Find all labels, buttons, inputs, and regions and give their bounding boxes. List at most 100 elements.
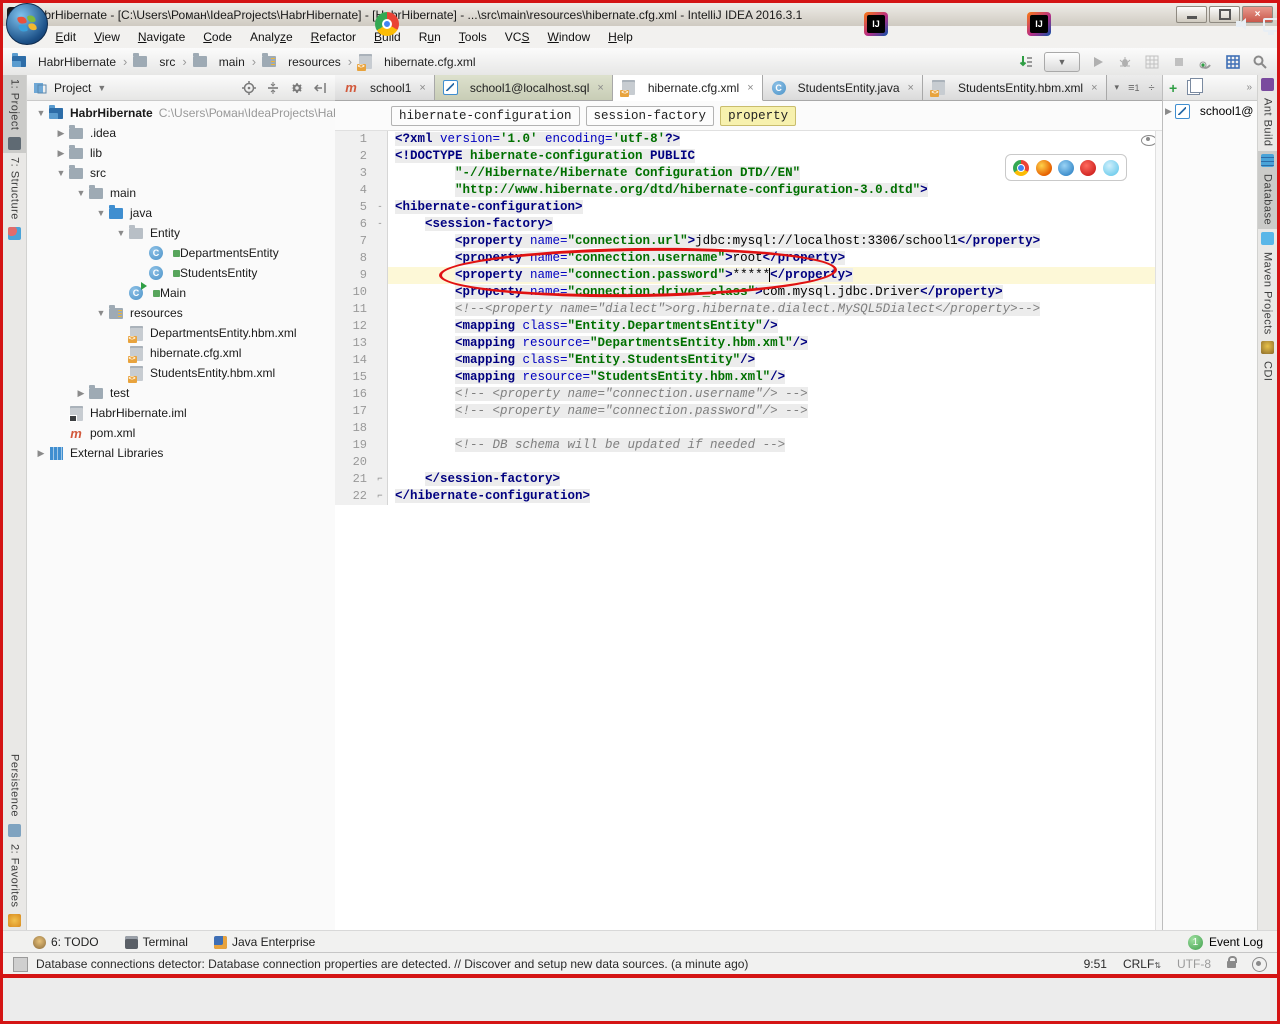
database-view-icon[interactable] bbox=[1224, 53, 1242, 71]
breadcrumb-item-src[interactable]: src bbox=[132, 53, 175, 70]
safari-browser-icon[interactable] bbox=[1057, 159, 1074, 176]
tree-item-studentsentity.hbm.xml[interactable]: StudentsEntity.hbm.xml bbox=[26, 363, 335, 383]
menu-navigate[interactable]: Navigate bbox=[129, 28, 194, 46]
tab-close-icon[interactable]: × bbox=[597, 82, 603, 94]
line-number[interactable]: 2 bbox=[335, 148, 373, 165]
line-number[interactable]: 1 bbox=[335, 131, 373, 148]
fold-marker[interactable] bbox=[373, 267, 388, 284]
project-panel-title[interactable]: Project bbox=[54, 81, 91, 95]
line-number[interactable]: 12 bbox=[335, 318, 373, 335]
fold-marker[interactable] bbox=[373, 420, 388, 437]
tab-close-icon[interactable]: × bbox=[419, 82, 425, 94]
bottom-bar-terminal[interactable]: Terminal bbox=[124, 935, 188, 949]
locate-file-icon[interactable] bbox=[241, 80, 257, 96]
line-number[interactable]: 16 bbox=[335, 386, 373, 403]
code-line-22[interactable]: 22 ⌐ </hibernate-configuration> bbox=[335, 488, 1167, 505]
more-actions-icon[interactable]: » bbox=[1246, 82, 1252, 93]
code-line-21[interactable]: 21 ⌐ </session-factory> bbox=[335, 471, 1167, 488]
tool-stripe-1-project[interactable]: 1: Project bbox=[3, 75, 26, 154]
tool-stripe-database[interactable]: Database bbox=[1258, 150, 1277, 229]
tree-item-hibernate.cfg.xml[interactable]: hibernate.cfg.xml bbox=[26, 343, 335, 363]
datasource-properties-icon[interactable] bbox=[1187, 78, 1204, 95]
code-line-14[interactable]: 14 <mapping class="Entity.StudentsEntity… bbox=[335, 352, 1167, 369]
line-number[interactable]: 4 bbox=[335, 182, 373, 199]
start-button[interactable] bbox=[6, 2, 48, 45]
firefox-browser-icon[interactable] bbox=[1035, 159, 1052, 176]
fold-marker[interactable]: - bbox=[373, 216, 388, 233]
tree-item-test[interactable]: ▶ test bbox=[26, 383, 335, 403]
line-number[interactable]: 6 bbox=[335, 216, 373, 233]
fold-marker[interactable] bbox=[373, 318, 388, 335]
tabs-list-icon[interactable]: ▾ bbox=[1115, 82, 1120, 93]
code-line-5[interactable]: 5- <hibernate-configuration> bbox=[335, 199, 1167, 216]
breadcrumb-item-habrhibernate[interactable]: HabrHibernate bbox=[11, 53, 116, 70]
menu-vcs[interactable]: VCS bbox=[496, 28, 539, 46]
tree-item-habrhibernate[interactable]: ▼ HabrHibernate C:\Users\Роман\IdeaProject… bbox=[26, 103, 335, 123]
xml-breadcrumb-session-factory[interactable]: session-factory bbox=[585, 105, 715, 126]
run-configuration-select[interactable]: ▼ bbox=[1044, 51, 1080, 72]
status-message[interactable]: Database connections detector: Database … bbox=[36, 957, 748, 971]
breadcrumb-item-hibernate.cfg.xml[interactable]: hibernate.cfg.xml bbox=[356, 54, 476, 71]
line-number[interactable]: 5 bbox=[335, 199, 373, 216]
menu-view[interactable]: View bbox=[85, 28, 129, 46]
fold-marker[interactable] bbox=[373, 352, 388, 369]
readonly-lock-icon[interactable] bbox=[1227, 955, 1237, 968]
search-icon[interactable] bbox=[1251, 53, 1269, 71]
fold-marker[interactable] bbox=[373, 284, 388, 301]
line-separator[interactable]: CRLF⇅ bbox=[1123, 957, 1161, 971]
split-icon[interactable]: ÷ bbox=[1149, 82, 1155, 94]
code-line-4[interactable]: 4 "http://www.hibernate.org/dtd/hibernat… bbox=[335, 182, 1167, 199]
run-icon[interactable] bbox=[1089, 53, 1107, 71]
code-line-7[interactable]: 7 <property name="connection.url">jdbc:m… bbox=[335, 233, 1167, 250]
fold-marker[interactable] bbox=[373, 233, 388, 250]
code-line-15[interactable]: 15 <mapping resource="StudentsEntity.hbm… bbox=[335, 369, 1167, 386]
network-tray-icon[interactable] bbox=[1263, 17, 1280, 35]
code-line-12[interactable]: 12 <mapping class="Entity.DepartmentsEnt… bbox=[335, 318, 1167, 335]
code-line-13[interactable]: 13 <mapping resource="DepartmentsEntity.… bbox=[335, 335, 1167, 352]
tab-hibernate.cfg.xml[interactable]: hibernate.cfg.xml × bbox=[612, 75, 763, 101]
tab-school1[interactable]: m school1 × bbox=[335, 75, 435, 100]
expanded-arrow-icon[interactable]: ▼ bbox=[114, 228, 128, 238]
xml-breadcrumb-property[interactable]: property bbox=[720, 105, 797, 126]
caret-position[interactable]: 9:51 bbox=[1084, 957, 1107, 971]
line-number[interactable]: 8 bbox=[335, 250, 373, 267]
tab-close-icon[interactable]: × bbox=[1091, 82, 1097, 94]
datasource-item[interactable]: ▶ school1@ bbox=[1163, 101, 1258, 121]
code-editor[interactable]: 1 <?xml version='1.0' encoding='utf-8'?> 2… bbox=[335, 131, 1167, 931]
fold-marker[interactable] bbox=[373, 386, 388, 403]
tree-item-external libraries[interactable]: ▶ External Libraries bbox=[26, 443, 335, 463]
line-number[interactable]: 11 bbox=[335, 301, 373, 318]
fold-marker[interactable] bbox=[373, 165, 388, 182]
line-number[interactable]: 15 bbox=[335, 369, 373, 386]
fold-marker[interactable] bbox=[373, 454, 388, 471]
expanded-arrow-icon[interactable]: ▼ bbox=[34, 108, 48, 118]
settings-gear-icon[interactable] bbox=[289, 80, 305, 96]
tree-item-departmentsentity[interactable]: C DepartmentsEntity bbox=[26, 243, 335, 263]
fold-marker[interactable]: ⌐ bbox=[373, 488, 388, 505]
collapse-all-icon[interactable] bbox=[265, 80, 281, 96]
hide-panel-icon[interactable] bbox=[313, 80, 329, 96]
fold-marker[interactable]: - bbox=[373, 199, 388, 216]
line-number[interactable]: 13 bbox=[335, 335, 373, 352]
collapsed-arrow-icon[interactable]: ▶ bbox=[34, 448, 48, 459]
minimize-button[interactable] bbox=[1176, 6, 1207, 23]
tool-stripe-7-structure[interactable]: 7: Structure bbox=[3, 153, 26, 243]
tool-stripe-2-favorites[interactable]: 2: Favorites bbox=[3, 840, 26, 930]
code-line-18[interactable]: 18 bbox=[335, 420, 1167, 437]
collapsed-arrow-icon[interactable]: ▶ bbox=[54, 128, 68, 139]
code-line-6[interactable]: 6- <session-factory> bbox=[335, 216, 1167, 233]
tree-item-.idea[interactable]: ▶ .idea bbox=[26, 123, 335, 143]
chrome-browser-icon[interactable] bbox=[1013, 159, 1030, 176]
tree-item-lib[interactable]: ▶ lib bbox=[26, 143, 335, 163]
fold-marker[interactable] bbox=[373, 335, 388, 352]
menu-code[interactable]: Code bbox=[194, 28, 241, 46]
code-line-19[interactable]: 19 <!-- DB schema will be updated if nee… bbox=[335, 437, 1167, 454]
tree-item-departmentsentity.hbm.xml[interactable]: DepartmentsEntity.hbm.xml bbox=[26, 323, 335, 343]
menu-window[interactable]: Window bbox=[538, 28, 599, 46]
code-line-10[interactable]: 10 <property name="connection.driver_cla… bbox=[335, 284, 1167, 301]
stop-icon[interactable] bbox=[1170, 53, 1188, 71]
tree-item-studentsentity[interactable]: C StudentsEntity bbox=[26, 263, 335, 283]
sort-lines-icon[interactable] bbox=[1017, 53, 1035, 71]
tool-stripe-ant-build[interactable]: Ant Build bbox=[1258, 75, 1277, 151]
fold-marker[interactable] bbox=[373, 403, 388, 420]
